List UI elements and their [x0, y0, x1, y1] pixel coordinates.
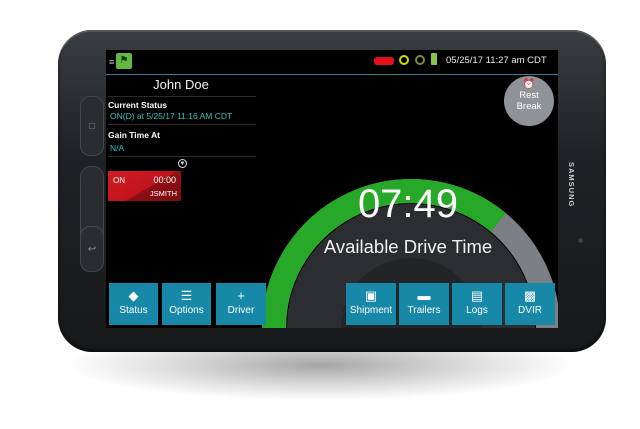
divider	[108, 124, 256, 125]
rest-break-label-line2: Break	[516, 101, 542, 112]
available-drive-time-label: Available Drive Time	[323, 236, 493, 257]
divider	[108, 96, 256, 97]
rest-break-button[interactable]: ⏰ Rest Break	[504, 76, 554, 126]
gain-time-value: N/A	[110, 143, 125, 153]
nav-label: DVIR	[518, 305, 542, 316]
available-drive-time-value: 07:49	[357, 182, 459, 226]
trailer-icon: ▬	[417, 288, 431, 303]
gain-time-label: Gain Time At	[108, 130, 160, 140]
nav-shipment-button[interactable]: ▣ Shipment	[346, 283, 396, 325]
nav-label: Shipment	[349, 305, 393, 316]
duty-status: ON	[113, 176, 125, 185]
gps-icon	[399, 55, 409, 65]
nav-label: Trailers	[407, 305, 441, 316]
dvir-card-icon: ▩	[523, 288, 537, 303]
current-status-value: ON(D) at 5/25/17 11:16 AM CDT	[110, 111, 233, 121]
alarm-clock-icon: ⏰	[522, 79, 536, 90]
red-status-indicator-icon	[374, 57, 394, 65]
duty-time: 00:00	[153, 175, 176, 185]
driver-name: John Doe	[153, 77, 209, 92]
shipment-box-icon: ▣	[364, 288, 378, 303]
camera-icon	[578, 238, 583, 243]
nav-driver-button[interactable]: + Driver	[216, 283, 266, 325]
current-status-label: Current Status	[108, 100, 168, 110]
wifi-icon	[415, 55, 425, 65]
nav-label: Logs	[466, 305, 488, 316]
nav-label: Driver	[227, 305, 255, 316]
back-hardware-button[interactable]: ↩	[80, 226, 104, 272]
status-datetime: 05/25/17 11:27 am CDT	[446, 55, 547, 66]
brand-label: SAMSUNG	[567, 162, 576, 208]
nav-dvir-button[interactable]: ▩ DVIR	[505, 283, 555, 325]
recent-apps-hardware-button[interactable]: □	[80, 96, 104, 156]
status-diamond-icon: ◆	[128, 288, 139, 303]
rest-break-label-line1: Rest	[519, 90, 539, 101]
duty-user: JSMITH	[149, 189, 177, 198]
hamburger-icon[interactable]: ≡	[109, 57, 114, 67]
nav-label: Status	[119, 305, 148, 316]
collapse-chevron-icon[interactable]: ▼	[178, 159, 187, 168]
plus-icon: +	[237, 288, 245, 303]
power-plug-icon	[431, 53, 437, 65]
nav-status-button[interactable]: ◆ Status	[109, 283, 158, 325]
duty-status-card[interactable]: ON 00:00 JSMITH	[108, 171, 181, 201]
app-screen: ≡ ⚑ 05/25/17 11:27 am CDT John Doe Curre…	[106, 50, 558, 328]
options-list-icon: ☰	[180, 288, 193, 303]
divider	[108, 156, 256, 157]
logs-book-icon: ▤	[470, 288, 484, 303]
nav-label: Options	[169, 305, 204, 316]
status-bar: ≡ ⚑ 05/25/17 11:27 am CDT	[106, 50, 558, 75]
app-logo-icon[interactable]: ⚑	[116, 53, 132, 69]
nav-trailers-button[interactable]: ▬ Trailers	[399, 283, 449, 325]
nav-logs-button[interactable]: ▤ Logs	[452, 283, 502, 325]
nav-options-button[interactable]: ☰ Options	[162, 283, 211, 325]
